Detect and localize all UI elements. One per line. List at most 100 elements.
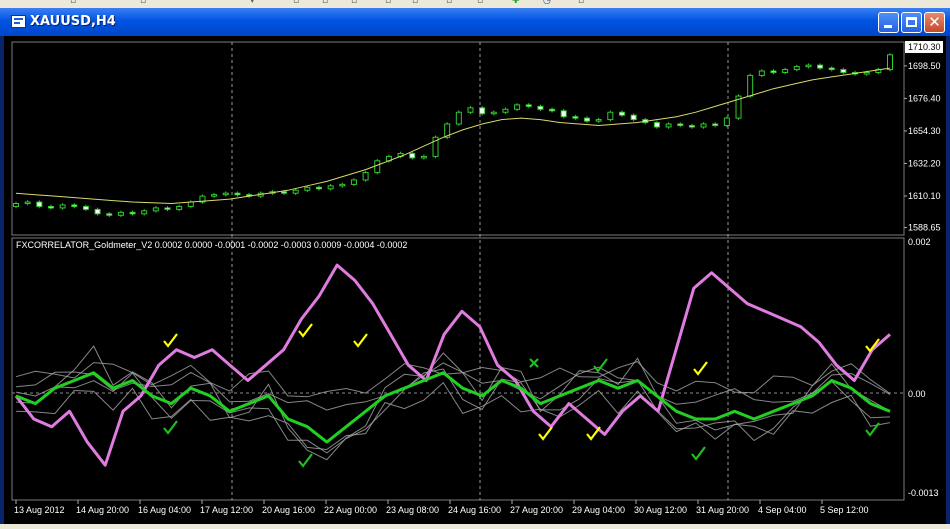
- bull-candle: [292, 189, 299, 194]
- bull-candle: [152, 207, 159, 212]
- bear-candle: [770, 70, 777, 74]
- time-tick-label: 30 Aug 12:00: [634, 505, 687, 515]
- time-tick-label: 5 Sep 12:00: [820, 505, 869, 515]
- indicator-scale-bottom: -0.0013: [908, 488, 939, 498]
- bull-candle: [887, 54, 893, 71]
- bull-candle: [327, 185, 334, 190]
- bull-candle: [607, 111, 614, 121]
- bull-candle: [117, 211, 124, 216]
- bull-candle: [758, 70, 765, 76]
- time-tick-label: 24 Aug 16:00: [448, 505, 501, 515]
- toolbar-icon[interactable]: ▫: [140, 0, 146, 6]
- chart-window-icon: [11, 15, 26, 28]
- bull-candle: [141, 210, 148, 215]
- bear-candle: [106, 213, 113, 216]
- clock-icon[interactable]: ◔: [543, 0, 551, 6]
- price-tick-label: 1676.40: [908, 93, 941, 103]
- toolbar-icon[interactable]: ▫: [70, 0, 76, 6]
- toolbar-icon[interactable]: ▫: [351, 0, 357, 6]
- indicator-scale-zero: 0.00: [908, 389, 926, 399]
- bull-candle: [176, 205, 183, 210]
- title-bar[interactable]: XAUUSD,H4 ✕: [0, 8, 950, 36]
- bull-candle: [502, 108, 509, 113]
- bull-candle: [723, 117, 730, 126]
- time-axis: 13 Aug 2012 14 Aug 20:00 16 Aug 04:00 17 Au…: [14, 500, 869, 515]
- current-price-label: 1710.30: [908, 42, 941, 52]
- time-tick-label: 16 Aug 04:00: [138, 505, 191, 515]
- bear-candle: [688, 124, 695, 128]
- bear-candle: [653, 122, 660, 128]
- maximize-icon: [906, 17, 917, 27]
- chart-svg[interactable]: 1698.50 1676.40 1654.30 1632.20 1610.10 1588.…: [4, 36, 946, 524]
- bear-candle: [281, 191, 288, 194]
- bear-candle: [677, 123, 684, 127]
- time-tick-label: 14 Aug 20:00: [76, 505, 129, 515]
- time-tick-label: 13 Aug 2012: [14, 505, 65, 515]
- bull-candle: [595, 119, 602, 122]
- bull-candle: [782, 69, 789, 73]
- bear-candle: [36, 201, 43, 207]
- bear-candle: [537, 105, 544, 110]
- bear-candle: [129, 211, 136, 215]
- indicator-axis: 0.002 0.00 -0.0013: [908, 237, 939, 498]
- bear-candle: [525, 104, 532, 107]
- bear-candle: [47, 205, 54, 209]
- bear-candle: [94, 208, 101, 215]
- bear-candle: [828, 67, 835, 71]
- bull-candle: [339, 183, 346, 187]
- bull-candle: [350, 179, 357, 185]
- indicator-scale-top: 0.002: [908, 237, 931, 247]
- bull-candle: [374, 160, 381, 174]
- close-icon: ✕: [928, 13, 941, 31]
- time-tick-label: 17 Aug 12:00: [200, 505, 253, 515]
- bear-candle: [164, 207, 171, 210]
- bull-candle: [420, 155, 427, 159]
- add-icon[interactable]: ✚: [512, 0, 520, 6]
- toolbar-icon[interactable]: ▫: [412, 0, 418, 6]
- bear-candle: [630, 114, 637, 121]
- toolbar-icon[interactable]: ▫: [322, 0, 328, 6]
- bull-candle: [211, 194, 218, 197]
- bull-candle: [304, 186, 311, 191]
- time-tick-label: 20 Aug 16:00: [262, 505, 315, 515]
- bull-candle: [13, 203, 19, 207]
- maximize-button[interactable]: [901, 12, 922, 33]
- bear-candle: [234, 192, 241, 196]
- time-tick-label: 23 Aug 08:00: [386, 505, 439, 515]
- bull-candle: [490, 111, 497, 115]
- bull-candle: [467, 107, 474, 113]
- close-button[interactable]: ✕: [924, 12, 945, 33]
- bear-candle: [479, 107, 486, 115]
- price-tick-label: 1610.10: [908, 191, 941, 201]
- time-tick-label: 22 Aug 00:00: [324, 505, 377, 515]
- chart-area[interactable]: 1698.50 1676.40 1654.30 1632.20 1610.10 1588.…: [4, 36, 946, 524]
- bear-candle: [817, 64, 824, 69]
- time-tick-label: 27 Aug 20:00: [510, 505, 563, 515]
- price-tick-label: 1654.30: [908, 126, 941, 136]
- minimize-icon: [884, 25, 892, 28]
- price-tick-label: 1698.50: [908, 61, 941, 71]
- indicator-panel: [11, 237, 905, 501]
- toolbar-icon[interactable]: ▫: [578, 0, 584, 6]
- price-tick-label: 1632.20: [908, 158, 941, 168]
- time-tick-label: 4 Sep 04:00: [758, 505, 807, 515]
- bear-candle: [549, 108, 556, 112]
- time-tick-label: 29 Aug 04:00: [572, 505, 625, 515]
- bear-candle: [315, 186, 322, 190]
- toolbar-icon[interactable]: ▾: [250, 0, 255, 6]
- bear-candle: [618, 111, 625, 116]
- toolbar-icon[interactable]: ▫: [385, 0, 391, 6]
- bear-candle: [840, 69, 847, 73]
- toolbar-icon[interactable]: ▫: [446, 0, 452, 6]
- bear-candle: [71, 204, 78, 207]
- chart-window: XAUUSD,H4 ✕ 1698.50 1676.40 1654.30 1632.20…: [0, 8, 950, 524]
- toolbar-icon[interactable]: ▫: [293, 0, 299, 6]
- bull-candle: [805, 64, 812, 68]
- bear-candle: [82, 205, 89, 210]
- bull-candle: [665, 123, 672, 128]
- toolbar-icon[interactable]: ▫: [477, 0, 483, 6]
- window-title: XAUUSD,H4: [30, 14, 116, 29]
- bear-candle: [584, 117, 591, 122]
- minimize-button[interactable]: [878, 12, 899, 33]
- price-axis: 1698.50 1676.40 1654.30 1632.20 1610.10 1588.…: [904, 61, 941, 233]
